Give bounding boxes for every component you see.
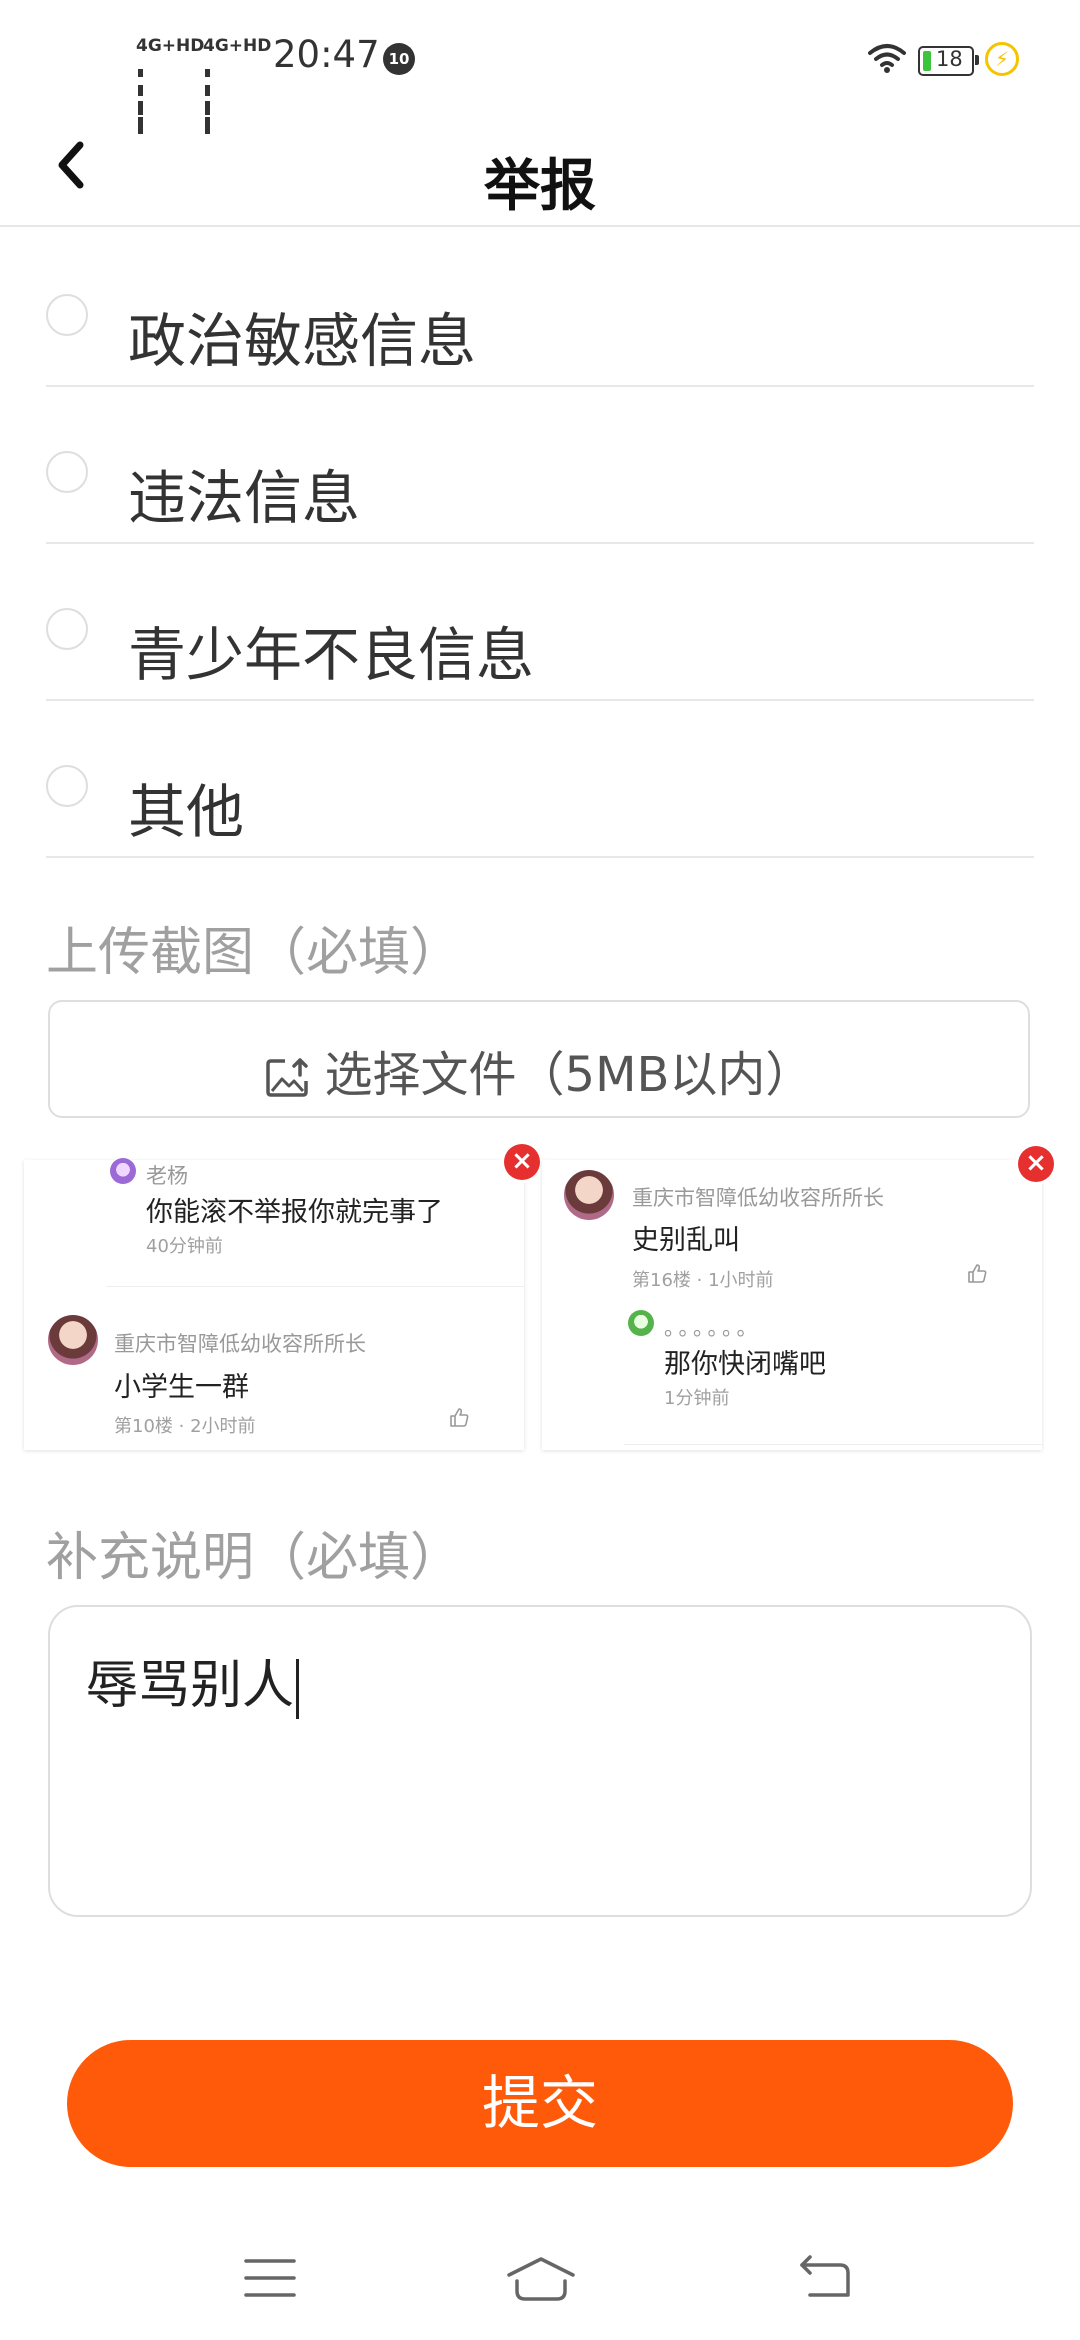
menu-icon[interactable]	[244, 2255, 296, 2301]
battery-icon: 18	[918, 46, 979, 76]
battery-level: 18	[936, 47, 963, 71]
choose-file-button[interactable]: 选择文件（5MB以内）	[48, 1000, 1030, 1118]
option-label: 违法信息	[128, 464, 361, 532]
supplement-value: 辱骂别人	[86, 1656, 295, 1716]
comment-text: 小学生一群	[114, 1372, 249, 1403]
signal-label-2: 4G+HD	[203, 36, 272, 56]
report-option-illegal[interactable]: 违法信息	[46, 387, 1034, 544]
avatar	[48, 1315, 98, 1365]
notification-badge: 10	[383, 43, 415, 75]
report-option-youth[interactable]: 青少年不良信息	[46, 544, 1034, 701]
app-header: 举报	[0, 115, 1080, 227]
radio-button[interactable]	[46, 451, 88, 493]
comment-text: 你能滚不举报你就完事了	[146, 1197, 443, 1228]
option-label: 其他	[128, 778, 245, 846]
clock: 20:47	[273, 33, 380, 76]
radio-button[interactable]	[46, 294, 88, 336]
thumbs-up-icon	[450, 1408, 469, 1427]
avatar	[110, 1158, 136, 1184]
radio-button[interactable]	[46, 765, 88, 807]
text-cursor	[296, 1659, 300, 1719]
report-option-political[interactable]: 政治敏感信息	[46, 230, 1034, 387]
option-label: 青少年不良信息	[128, 621, 535, 689]
comment-meta: 第16楼 · 1小时前	[632, 1270, 774, 1291]
remove-screenshot-button[interactable]: ×	[504, 1144, 540, 1180]
upload-section-title: 上传截图（必填）	[46, 923, 463, 983]
charging-icon: ⚡	[985, 42, 1019, 76]
radio-button[interactable]	[46, 608, 88, 650]
back-icon[interactable]	[796, 2255, 852, 2301]
comment-author: 老杨	[146, 1164, 188, 1188]
page-title: 举报	[484, 154, 596, 219]
comment-author: 重庆市智障低幼收容所所长	[632, 1186, 884, 1210]
thumbs-up-icon	[968, 1264, 987, 1283]
comment-meta: 40分钟前	[146, 1236, 223, 1257]
choose-file-label: 选择文件（5MB以内）	[324, 1047, 814, 1103]
report-option-other[interactable]: 其他	[46, 701, 1034, 858]
comment-author: 重庆市智障低幼收容所所长	[114, 1332, 366, 1356]
signal-label-1: 4G+HD	[136, 36, 205, 56]
wifi-icon	[868, 44, 906, 73]
option-label: 政治敏感信息	[128, 307, 477, 375]
comment-meta: 第10楼 · 2小时前	[114, 1416, 256, 1437]
home-icon[interactable]	[505, 2255, 577, 2305]
image-upload-icon	[265, 1058, 308, 1097]
comment-text: 史别乱叫	[632, 1225, 740, 1256]
comment-text: 那你快闭嘴吧	[664, 1349, 826, 1380]
avatar	[628, 1310, 654, 1336]
avatar	[564, 1170, 614, 1220]
supplement-section-title: 补充说明（必填）	[46, 1528, 463, 1588]
comment-meta: 1分钟前	[664, 1388, 730, 1409]
submit-button[interactable]: 提交	[67, 2040, 1013, 2167]
status-bar: 4G+HD 4G+HD 20:47 10 18 ⚡	[0, 0, 1080, 134]
system-nav-bar	[0, 2220, 1080, 2340]
supplement-textarea[interactable]: 辱骂别人	[48, 1605, 1032, 1917]
uploaded-screenshot-2[interactable]: 重庆市智障低幼收容所所长 史别乱叫 第16楼 · 1小时前 。。。。。。 那你快…	[542, 1146, 1054, 1450]
report-reason-list: 政治敏感信息 违法信息 青少年不良信息 其他	[46, 230, 1034, 858]
comment-author: 。。。。。。	[664, 1316, 762, 1340]
uploaded-screenshot-1[interactable]: 老杨 你能滚不举报你就完事了 40分钟前 重庆市智障低幼收容所所长 小学生一群 …	[24, 1144, 540, 1450]
remove-screenshot-button[interactable]: ×	[1018, 1146, 1054, 1182]
